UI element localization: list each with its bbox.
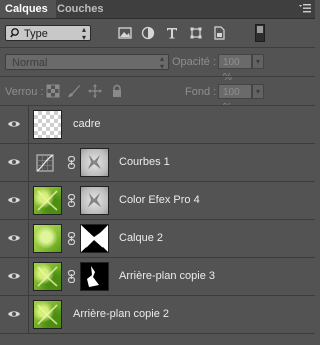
layer-name[interactable]: Arrière-plan copie 2	[73, 296, 169, 333]
layer-name[interactable]: cadre	[73, 106, 101, 143]
visibility-toggle[interactable]	[0, 144, 29, 181]
smart-object-filter-icon[interactable]	[211, 25, 227, 41]
divider	[0, 47, 315, 48]
fill-dropdown-icon[interactable]: ▾	[252, 84, 264, 99]
shape-filter-icon[interactable]	[188, 25, 204, 41]
layer-name[interactable]: Arrière-plan copie 3	[119, 258, 215, 295]
layer-mask-thumbnail[interactable]	[80, 224, 109, 253]
layer-mask-thumbnail[interactable]	[80, 186, 109, 215]
layer-thumbnail[interactable]	[33, 186, 62, 215]
visibility-toggle[interactable]	[0, 258, 29, 295]
layer-row[interactable]: Calque 2	[0, 220, 315, 258]
select-arrows-icon: ▴ ▾	[159, 54, 164, 71]
lock-transparent-pixels-icon[interactable]	[46, 84, 60, 98]
eye-icon	[8, 235, 20, 241]
adjustment-filter-icon[interactable]	[140, 25, 156, 41]
layer-name[interactable]: Color Efex Pro 4	[119, 182, 200, 219]
layer-row[interactable]: Arrière-plan copie 2	[0, 296, 315, 334]
layer-row[interactable]: Courbes 1	[0, 144, 315, 182]
layer-thumbnail[interactable]	[33, 300, 62, 329]
visibility-toggle[interactable]	[0, 106, 29, 143]
link-icon[interactable]	[67, 232, 76, 245]
opacity-dropdown-icon[interactable]: ▾	[252, 54, 264, 69]
select-arrows-icon: ▴ ▾	[81, 25, 86, 42]
eye-icon	[8, 121, 20, 127]
lock-position-icon[interactable]	[88, 84, 102, 98]
layer-row[interactable]: cadre	[0, 106, 315, 144]
visibility-toggle[interactable]	[0, 220, 29, 257]
lock-all-icon[interactable]	[110, 84, 124, 98]
filter-toggle-switch[interactable]	[255, 24, 265, 42]
fill-label: Fond :	[185, 86, 217, 98]
image-filter-icon[interactable]	[117, 25, 133, 41]
panel-menu-icon[interactable]	[299, 3, 311, 14]
eye-icon	[8, 311, 20, 317]
link-icon[interactable]	[67, 270, 76, 283]
tab-calques[interactable]: Calques	[0, 0, 56, 18]
eye-icon	[8, 159, 20, 165]
layer-row[interactable]: Color Efex Pro 4	[0, 182, 315, 220]
panel-tab-bar: Calques Couches	[0, 0, 315, 19]
layer-row[interactable]: Arrière-plan copie 3	[0, 258, 315, 296]
blend-mode-select[interactable]: Normal ▴ ▾	[5, 54, 169, 71]
visibility-toggle[interactable]	[0, 296, 29, 333]
search-icon	[10, 26, 21, 45]
lock-image-pixels-icon[interactable]	[67, 84, 81, 98]
layer-mask-thumbnail[interactable]	[80, 262, 109, 291]
filter-kind-value: Type	[24, 28, 48, 40]
eye-icon	[8, 273, 20, 279]
divider	[0, 76, 315, 77]
layer-thumbnail[interactable]	[33, 262, 62, 291]
type-filter-icon[interactable]	[164, 25, 180, 41]
layer-name[interactable]: Courbes 1	[119, 144, 170, 181]
lock-label: Verrou :	[5, 86, 44, 98]
blend-mode-value: Normal	[12, 57, 48, 69]
eye-icon	[8, 197, 20, 203]
visibility-toggle[interactable]	[0, 182, 29, 219]
fill-input[interactable]: 100 %	[218, 84, 252, 113]
filter-kind-select[interactable]: Type ▴ ▾	[5, 25, 91, 42]
opacity-label: Opacité :	[172, 56, 217, 68]
tab-couches[interactable]: Couches	[52, 0, 108, 18]
layer-name[interactable]: Calque 2	[119, 220, 163, 257]
layer-thumbnail[interactable]	[33, 224, 62, 253]
layer-filter-row: Type ▴ ▾	[0, 19, 315, 47]
curves-adjustment-icon[interactable]	[36, 154, 54, 172]
layer-mask-thumbnail[interactable]	[80, 148, 109, 177]
link-icon[interactable]	[67, 194, 76, 207]
opacity-input[interactable]: 100 %	[218, 54, 252, 83]
link-icon[interactable]	[67, 156, 76, 169]
layer-thumbnail[interactable]	[33, 110, 62, 139]
